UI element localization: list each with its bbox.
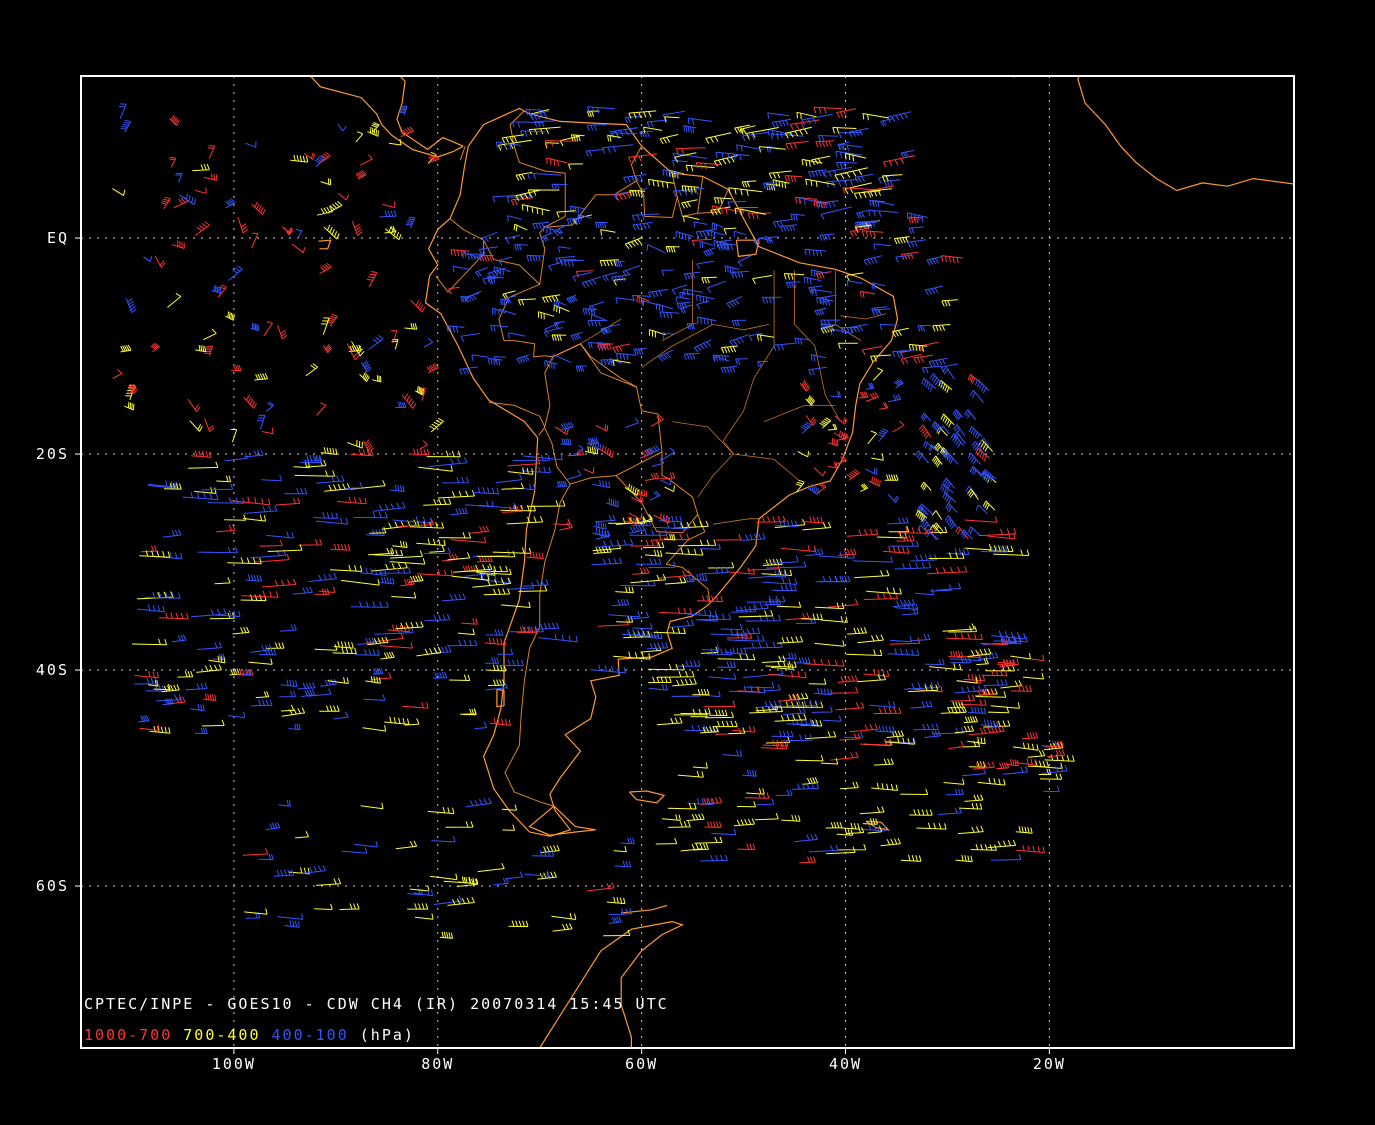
lon-label: 60W bbox=[625, 1055, 658, 1073]
lon-label: 80W bbox=[421, 1055, 454, 1073]
lat-label: 60S bbox=[36, 877, 69, 895]
legend-unit: (hPa) bbox=[360, 1026, 415, 1044]
lon-label: 100W bbox=[212, 1055, 256, 1073]
caption-legend: 1000-700 700-400 400-100 (hPa) bbox=[84, 1026, 415, 1044]
lat-label: EQ bbox=[47, 229, 69, 247]
lat-label: 20S bbox=[36, 445, 69, 463]
caption-title: CPTEC/INPE - GOES10 - CDW CH4 (IR) 20070… bbox=[84, 995, 669, 1013]
legend-700-400: 700-400 bbox=[183, 1026, 260, 1044]
lon-label: 20W bbox=[1033, 1055, 1066, 1073]
lon-label: 40W bbox=[829, 1055, 862, 1073]
lat-label: 40S bbox=[36, 661, 69, 679]
legend-400-100: 400-100 bbox=[272, 1026, 349, 1044]
wind-map: 100W 80W 60W 40W 20W EQ 20S 40S 60S CPTEC/INPE -… bbox=[0, 0, 1375, 1125]
legend-1000-700: 1000-700 bbox=[84, 1026, 172, 1044]
